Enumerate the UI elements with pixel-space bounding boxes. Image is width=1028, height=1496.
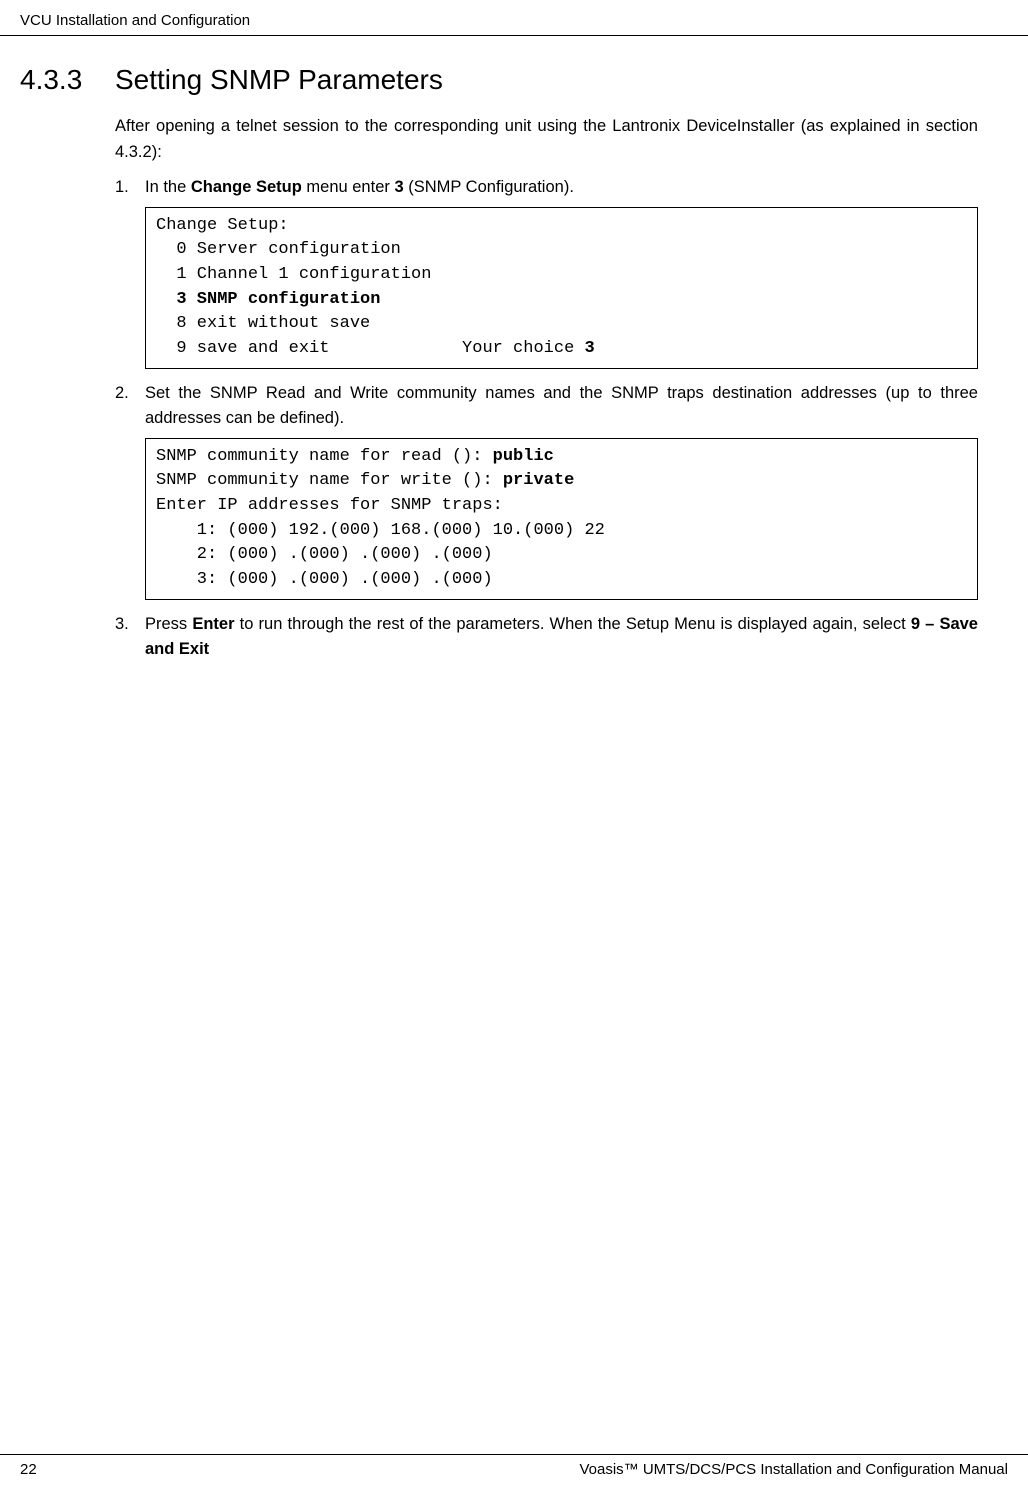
code-bold: 3 xyxy=(584,339,594,358)
text: menu enter xyxy=(302,178,395,196)
page-number: 22 xyxy=(20,1461,37,1478)
step-3: 3. Press Enter to run through the rest o… xyxy=(115,612,978,663)
code-line: 1 Channel 1 configuration xyxy=(156,265,431,284)
code-block-1: Change Setup: 0 Server configuration 1 C… xyxy=(145,207,978,369)
code-line: 9 save and exit Your choice xyxy=(156,339,584,358)
code-line: 0 Server configuration xyxy=(156,240,401,259)
step-body: In the Change Setup menu enter 3 (SNMP C… xyxy=(145,175,978,201)
text: Press xyxy=(145,615,192,633)
section-title: Setting SNMP Parameters xyxy=(115,64,443,96)
section-number: 4.3.3 xyxy=(20,64,115,96)
code-line: 2: (000) .(000) .(000) .(000) xyxy=(156,545,493,564)
step-2: 2. Set the SNMP Read and Write community… xyxy=(115,381,978,432)
code-line: 1: (000) 192.(000) 168.(000) 10.(000) 22 xyxy=(156,521,605,540)
intro-text: After opening a telnet session to the co… xyxy=(115,114,978,165)
step-number: 3. xyxy=(115,612,145,663)
step-number: 1. xyxy=(115,175,145,201)
section-heading: 4.3.3 Setting SNMP Parameters xyxy=(20,64,978,96)
code-block-2: SNMP community name for read (): public … xyxy=(145,438,978,600)
page-content: 4.3.3 Setting SNMP Parameters After open… xyxy=(0,36,1028,663)
header-title: VCU Installation and Configuration xyxy=(20,12,250,29)
page-footer: 22 Voasis™ UMTS/DCS/PCS Installation and… xyxy=(0,1454,1028,1478)
text: (SNMP Configuration). xyxy=(404,178,574,196)
text: In the xyxy=(145,178,191,196)
bold-text: 3 xyxy=(394,178,403,196)
bold-text: Change Setup xyxy=(191,178,302,196)
code-line: Change Setup: xyxy=(156,216,289,235)
code-bold: private xyxy=(503,471,574,490)
code-bold: public xyxy=(493,447,554,466)
code-line: Enter IP addresses for SNMP traps: xyxy=(156,496,503,515)
step-body: Set the SNMP Read and Write community na… xyxy=(145,381,978,432)
code-line: SNMP community name for write (): xyxy=(156,471,503,490)
step-1: 1. In the Change Setup menu enter 3 (SNM… xyxy=(115,175,978,201)
code-line: SNMP community name for read (): xyxy=(156,447,493,466)
text: to run through the rest of the parameter… xyxy=(235,615,911,633)
page-header: VCU Installation and Configuration xyxy=(0,0,1028,36)
step-number: 2. xyxy=(115,381,145,432)
step-body: Press Enter to run through the rest of t… xyxy=(145,612,978,663)
code-line-bold: 3 SNMP configuration xyxy=(156,290,380,309)
bold-text: Enter xyxy=(192,615,234,633)
footer-title: Voasis™ UMTS/DCS/PCS Installation and Co… xyxy=(579,1461,1008,1478)
code-line: 8 exit without save xyxy=(156,314,370,333)
code-line: 3: (000) .(000) .(000) .(000) xyxy=(156,570,493,589)
